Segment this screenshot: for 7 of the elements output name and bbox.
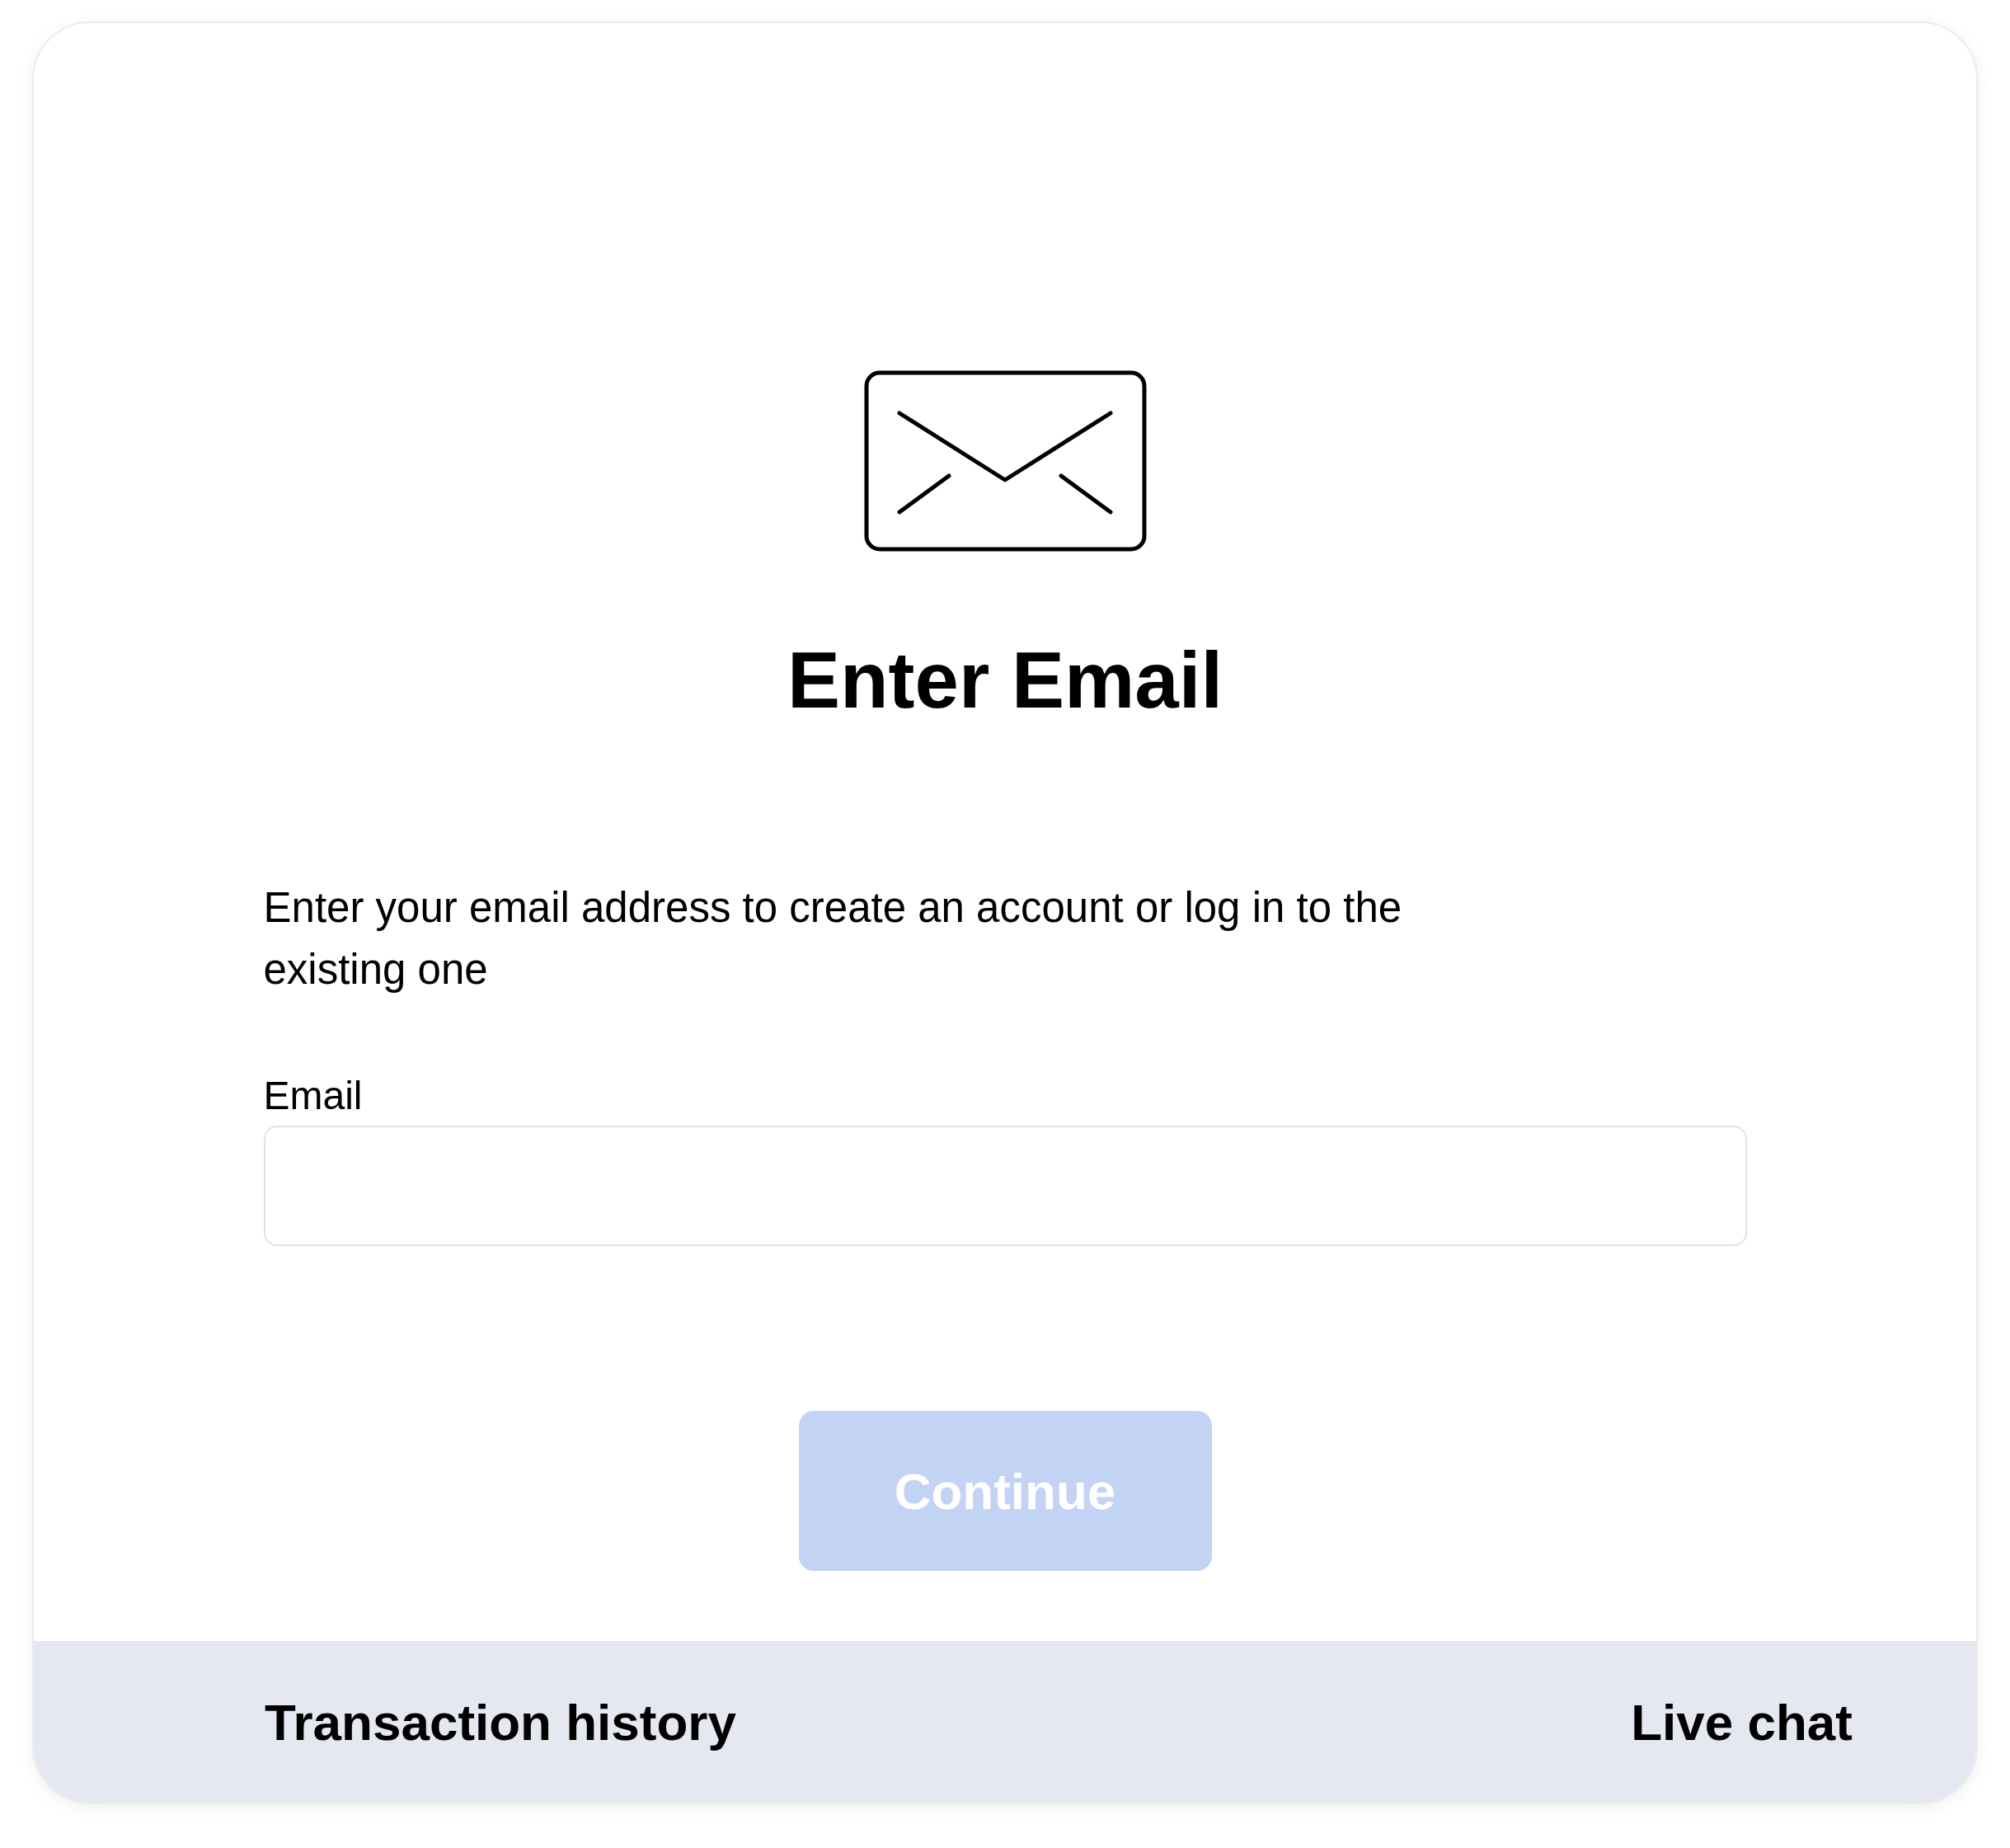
footer-link[interactable]: Live chat <box>1631 1683 1853 1761</box>
page-title: Enter Email <box>787 635 1223 726</box>
field-label: Email <box>263 1073 364 1119</box>
footer-link[interactable]: Transaction history <box>265 1683 736 1761</box>
envelope-icon <box>863 370 1147 552</box>
description-text: Enter your email address to create an account or log in to the existing one <box>263 883 1403 995</box>
email-field[interactable] <box>263 1126 1747 1246</box>
